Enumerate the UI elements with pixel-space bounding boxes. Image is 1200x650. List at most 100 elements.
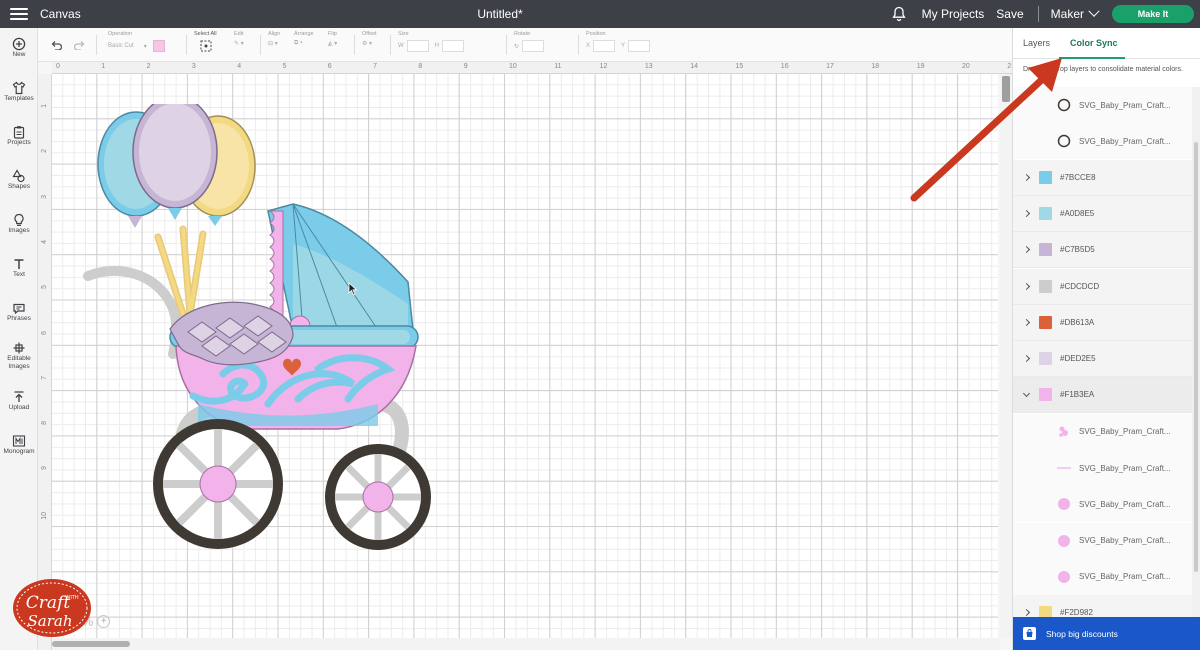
- ruler-number: 20: [962, 63, 970, 70]
- tab-layers[interactable]: Layers: [1023, 38, 1050, 48]
- offset-button[interactable]: Offset ⚙ ▾: [362, 31, 377, 47]
- save-button[interactable]: Save: [996, 7, 1023, 21]
- color-group-row[interactable]: #DB613A: [1013, 304, 1193, 341]
- color-group-label: #DB613A: [1060, 317, 1095, 327]
- ruler-number: 10: [41, 511, 48, 520]
- sidebar-item-editable-images[interactable]: Editable Images: [0, 341, 38, 371]
- chevron-right-icon[interactable]: [1022, 246, 1031, 254]
- sidebar-item-label: Templates: [4, 95, 34, 102]
- design-canvas[interactable]: 0123456789101112131415161718192021 12345…: [38, 62, 1012, 650]
- sidebar-item-monogram[interactable]: Monogram: [0, 434, 38, 456]
- arrange-button[interactable]: Arrange ⧉ ▾: [294, 31, 314, 47]
- zoom-in-button[interactable]: +: [97, 615, 111, 628]
- layer-label: SVG_Baby_Pram_Craft...: [1079, 427, 1171, 437]
- x-input[interactable]: [593, 40, 616, 52]
- color-swatch: [1039, 206, 1052, 220]
- document-title[interactable]: Untitled*: [477, 7, 522, 21]
- material-color-swatch[interactable]: [152, 40, 165, 52]
- align-button[interactable]: Align ⊟ ▾: [268, 31, 280, 47]
- chevron-right-icon[interactable]: [1022, 173, 1031, 181]
- layer-row[interactable]: SVG_Baby_Pram_Craft...: [1013, 486, 1193, 523]
- sidebar-item-text[interactable]: Text: [0, 257, 38, 279]
- undo-icon[interactable]: [50, 40, 62, 50]
- sidebar-item-shapes[interactable]: Shapes: [0, 169, 38, 191]
- scrollbar-thumb[interactable]: [1194, 142, 1198, 572]
- color-group-label: #F2D982: [1060, 608, 1093, 618]
- canvas-grid[interactable]: [52, 74, 998, 638]
- operation-control[interactable]: Operation Basic Cut ▾: [108, 31, 165, 52]
- edit-button[interactable]: Edit ✎ ▾: [234, 31, 244, 47]
- sidebar-item-phrases[interactable]: Phrases: [0, 301, 38, 323]
- size-control: Size W H: [398, 31, 465, 52]
- active-tab-indicator: [1059, 57, 1125, 59]
- tab-color-sync[interactable]: Color Sync: [1070, 38, 1118, 48]
- color-group-row[interactable]: #CDCDCD: [1013, 268, 1193, 305]
- color-group-label: #F1B3EA: [1060, 390, 1095, 400]
- sidebar-item-new[interactable]: New: [0, 37, 38, 59]
- color-group-row[interactable]: #C7B5D5: [1013, 232, 1193, 269]
- scrollbar-thumb[interactable]: [1002, 76, 1010, 102]
- chevron-right-icon[interactable]: [1022, 355, 1031, 363]
- sidebar-item-upload[interactable]: Upload: [0, 390, 38, 412]
- color-group-row[interactable]: #F2D982: [1013, 595, 1193, 619]
- select-all-button[interactable]: Select All: [194, 31, 217, 54]
- color-group-row[interactable]: #DED2E5: [1013, 341, 1193, 378]
- sidebar-item-label: Text: [13, 271, 25, 278]
- my-projects-link[interactable]: My Projects: [922, 7, 985, 21]
- layer-row[interactable]: SVG_Baby_Pram_Craft...: [1013, 558, 1193, 595]
- chevron-right-icon[interactable]: [1022, 318, 1031, 326]
- ruler-number: 6: [41, 330, 48, 335]
- scrollbar-thumb[interactable]: [52, 641, 130, 647]
- height-input[interactable]: [442, 40, 465, 52]
- divider: [96, 35, 97, 55]
- layer-row[interactable]: SVG_Baby_Pram_Craft...: [1013, 413, 1193, 450]
- sidebar-item-label: New: [12, 51, 26, 58]
- sidebar-item-label: Projects: [7, 139, 31, 146]
- color-sync-list: SVG_Baby_Pram_Craft... SVG_Baby_Pram_Craf…: [1013, 87, 1193, 619]
- chevron-right-icon[interactable]: [1022, 609, 1031, 617]
- left-ruler: 1 2 3 4 5 6 7 8 9 10: [38, 74, 52, 650]
- upload-icon: [14, 391, 24, 402]
- chevron-down-icon[interactable]: [1022, 389, 1031, 397]
- chevron-right-icon[interactable]: [1022, 209, 1031, 217]
- sidebar-item-templates[interactable]: Templates: [0, 81, 38, 103]
- divider: [354, 35, 355, 55]
- editable-images-icon: [13, 342, 25, 354]
- y-input[interactable]: [628, 40, 651, 52]
- align-label: Align: [268, 31, 281, 37]
- shop-discounts-banner[interactable]: Shop big discounts: [1013, 617, 1200, 650]
- sidebar-item-projects[interactable]: Projects: [0, 125, 38, 147]
- ruler-number: 11: [554, 63, 562, 70]
- ruler-number: 1: [41, 104, 48, 108]
- divider: [390, 35, 391, 55]
- ruler-number: 14: [690, 63, 698, 70]
- layer-row[interactable]: SVG_Baby_Pram_Craft...: [1013, 522, 1193, 559]
- panel-scrollbar[interactable]: [1192, 87, 1200, 619]
- left-sidebar: New Templates Projects Shapes Images Tex…: [0, 28, 38, 650]
- color-group-row[interactable]: #F1B3EA: [1013, 377, 1193, 414]
- ruler-number: 16: [780, 63, 789, 70]
- ruler-number: 0: [56, 63, 60, 70]
- make-it-button[interactable]: Make It: [1112, 5, 1194, 23]
- redo-icon[interactable]: [74, 40, 86, 50]
- color-group-row[interactable]: #7BCCE8: [1013, 159, 1193, 196]
- layer-row[interactable]: SVG_Baby_Pram_Craft...: [1013, 87, 1193, 123]
- color-group-row[interactable]: #A0D8E5: [1013, 195, 1193, 232]
- machine-selector[interactable]: Maker: [1051, 5, 1100, 21]
- baby-pram-design[interactable]: [78, 104, 458, 564]
- rotate-input[interactable]: [522, 40, 545, 52]
- operation-label: Operation: [108, 31, 133, 37]
- layer-row[interactable]: SVG_Baby_Pram_Craft...: [1013, 123, 1193, 160]
- color-swatch: [1039, 243, 1052, 257]
- horizontal-scrollbar[interactable]: [52, 638, 1000, 650]
- layer-row[interactable]: SVG_Baby_Pram_Craft...: [1013, 450, 1193, 486]
- ruler-number: 5: [41, 285, 48, 290]
- flip-button[interactable]: Flip ◭ ▾: [328, 31, 337, 47]
- bell-icon[interactable]: [892, 6, 906, 22]
- svg-text:WITH: WITH: [65, 595, 78, 601]
- width-input[interactable]: [406, 40, 429, 52]
- sidebar-item-images[interactable]: Images: [0, 213, 38, 235]
- chevron-right-icon[interactable]: [1022, 282, 1031, 290]
- operation-value: Basic Cut: [108, 43, 134, 49]
- vertical-scrollbar[interactable]: [1000, 74, 1012, 638]
